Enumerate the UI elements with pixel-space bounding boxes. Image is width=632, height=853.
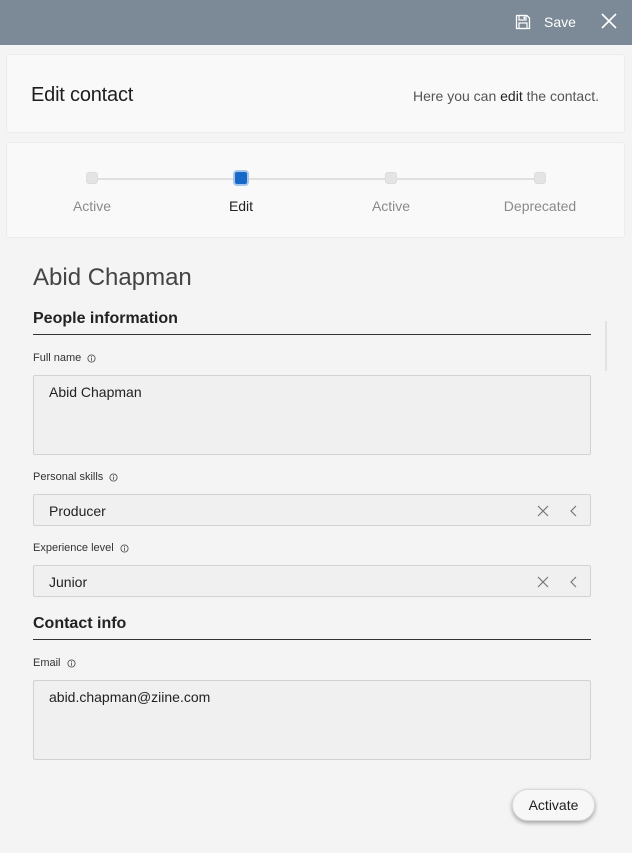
scrollbar-thumb[interactable]: [605, 321, 607, 371]
subtitle-text-after: the contact.: [522, 88, 599, 104]
experience-level-select[interactable]: Junior: [33, 565, 591, 597]
stage-dot: [86, 172, 98, 184]
clear-icon[interactable]: [536, 504, 550, 518]
top-bar: Save: [0, 0, 632, 45]
contact-form: Abid Chapman People information Full nam…: [0, 246, 632, 786]
stage-progress: Active Edit Active Deprecated: [6, 142, 625, 238]
full-name-label-text: Full name: [33, 352, 82, 364]
stage-dot-current: [233, 170, 249, 186]
stage-label: Edit: [228, 198, 254, 214]
save-button[interactable]: Save: [515, 10, 576, 34]
experience-level-label: Experience level: [33, 542, 129, 554]
info-icon[interactable]: [109, 472, 118, 482]
header-card: Edit contact Here you can edit the conta…: [6, 54, 625, 133]
page-title: Edit contact: [31, 84, 134, 106]
page-subtitle: Here you can edit the contact.: [413, 88, 599, 104]
info-icon[interactable]: [120, 543, 129, 553]
stage-dot: [534, 172, 546, 184]
info-icon[interactable]: [66, 658, 76, 668]
email-label-text: Email: [33, 657, 61, 669]
personal-skills-value: Producer: [49, 503, 106, 519]
save-label: Save: [544, 14, 576, 30]
stage-label: Active: [72, 198, 112, 214]
experience-level-label-text: Experience level: [33, 542, 114, 554]
email-field[interactable]: abid.chapman@ziine.com: [33, 680, 591, 760]
personal-skills-label-text: Personal skills: [33, 471, 104, 483]
clear-icon[interactable]: [536, 575, 550, 589]
stage-dot: [385, 172, 397, 184]
chevron-left-icon[interactable]: [569, 504, 579, 518]
stage-label: Active: [371, 198, 411, 214]
section-contact-info: Contact info: [33, 615, 591, 640]
subtitle-emphasis: edit: [500, 88, 523, 104]
experience-level-value: Junior: [49, 574, 88, 590]
close-icon[interactable]: [598, 10, 620, 32]
section-people-information: People information: [33, 310, 591, 335]
activate-button[interactable]: Activate: [512, 789, 595, 821]
info-icon[interactable]: [87, 353, 96, 363]
stage-label: Deprecated: [503, 198, 577, 214]
chevron-left-icon[interactable]: [569, 575, 579, 589]
full-name-field[interactable]: Abid Chapman: [33, 375, 591, 455]
personal-skills-label: Personal skills: [33, 471, 118, 483]
record-name: Abid Chapman: [33, 264, 192, 291]
full-name-label: Full name: [33, 352, 96, 364]
subtitle-text-before: Here you can: [412, 88, 501, 104]
email-label: Email: [33, 657, 76, 669]
save-icon: [515, 14, 531, 30]
personal-skills-select[interactable]: Producer: [33, 494, 591, 526]
stage-track: [97, 178, 545, 180]
